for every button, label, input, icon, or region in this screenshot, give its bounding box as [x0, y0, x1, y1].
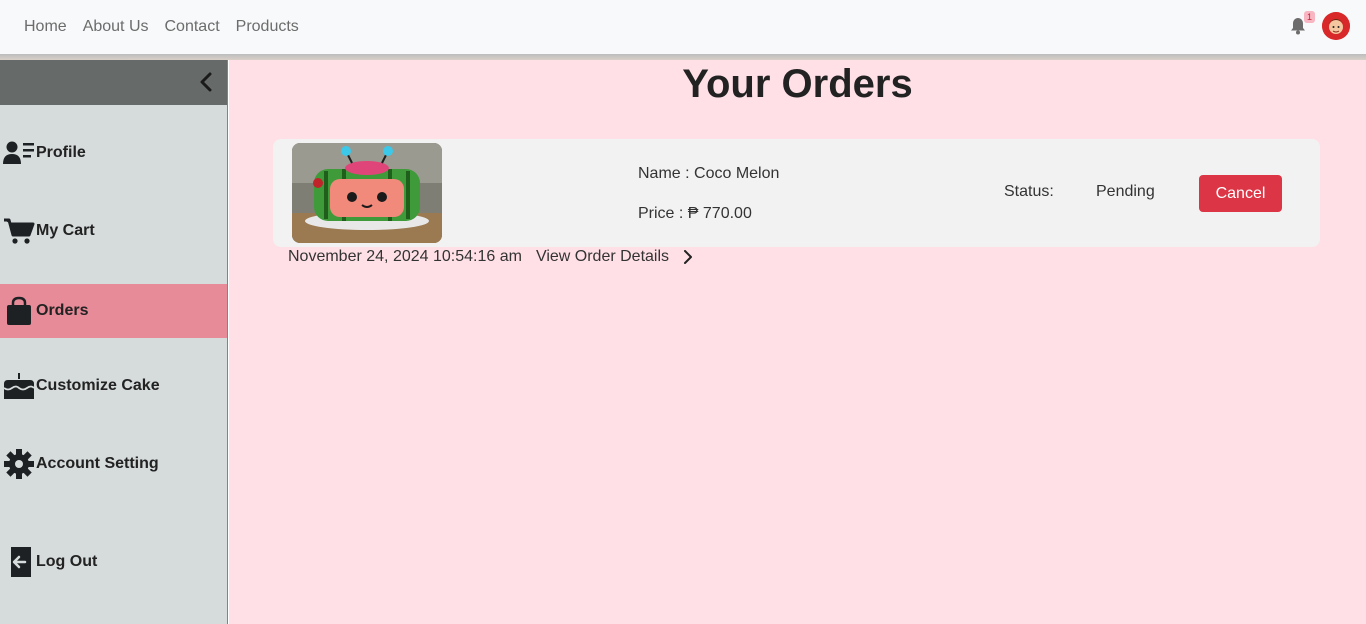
logout-icon [2, 545, 36, 579]
shopping-bag-icon [2, 294, 36, 328]
avatar[interactable] [1322, 12, 1350, 40]
nav-link-products[interactable]: Products [228, 18, 307, 36]
order-item-image[interactable] [292, 143, 442, 243]
user-list-icon [2, 136, 36, 170]
gear-icon [2, 447, 36, 481]
avatar-image [1322, 12, 1350, 40]
nav-right: 1 [1288, 11, 1350, 40]
sidebar-item-my-cart[interactable]: My Cart [0, 204, 227, 258]
status-value: Pending [1096, 183, 1155, 200]
top-navbar: Home About Us Contact Products 1 [0, 0, 1366, 54]
status-label: Status: [1004, 183, 1054, 200]
sidebar-item-profile[interactable]: Profile [0, 126, 227, 180]
sidebar-item-label: My Cart [36, 222, 95, 239]
page-title: Your Orders [682, 62, 913, 106]
sidebar-item-customize-cake[interactable]: Customize Cake [0, 359, 227, 413]
order-meta: November 24, 2024 10:54:16 am View Order… [288, 248, 693, 266]
sidebar-collapse-button[interactable] [195, 71, 217, 93]
sidebar-header [0, 60, 227, 105]
order-item-price: Price : ₱ 770.00 [638, 205, 752, 222]
chevron-right-icon [684, 250, 693, 264]
sidebar-item-orders[interactable]: Orders [0, 284, 227, 338]
sidebar: Profile My Cart Orders Customize Cake Ac… [0, 60, 228, 624]
sidebar-item-label: Orders [36, 302, 89, 319]
sidebar-item-label: Customize Cake [36, 377, 160, 394]
cart-icon [2, 214, 36, 248]
main-content: Your Orders Name: Coco Melon Price: ₱ … [229, 60, 1366, 624]
order-item-name: Name : Coco Melon [638, 165, 780, 182]
nav-link-home[interactable]: Home [16, 18, 75, 36]
sidebar-item-label: Log Out [36, 553, 98, 570]
notification-badge: 1 [1303, 11, 1315, 23]
nav-links: Home About Us Contact Products [16, 18, 307, 36]
sidebar-item-label: Account Setting [36, 455, 159, 472]
order-date: November 24, 2024 10:54:16 am [288, 248, 522, 265]
view-order-details-link[interactable]: View Order Details [536, 248, 693, 266]
notification-button[interactable]: 1 [1288, 11, 1315, 40]
sidebar-item-label: Profile [36, 144, 86, 161]
sidebar-item-log-out[interactable]: Log Out [0, 535, 227, 589]
sidebar-item-account-setting[interactable]: Account Setting [0, 437, 227, 491]
nav-link-contact[interactable]: Contact [157, 18, 228, 36]
cake-icon [2, 369, 36, 403]
order-card: Name : Coco Melon Price : ₱ 770.00 Statu… [273, 139, 1320, 247]
view-order-details-label: View Order Details [535, 248, 670, 265]
chevron-left-icon [200, 72, 212, 92]
nav-link-about-us[interactable]: About Us [75, 18, 157, 36]
cancel-order-button[interactable]: Cancel [1199, 175, 1282, 212]
